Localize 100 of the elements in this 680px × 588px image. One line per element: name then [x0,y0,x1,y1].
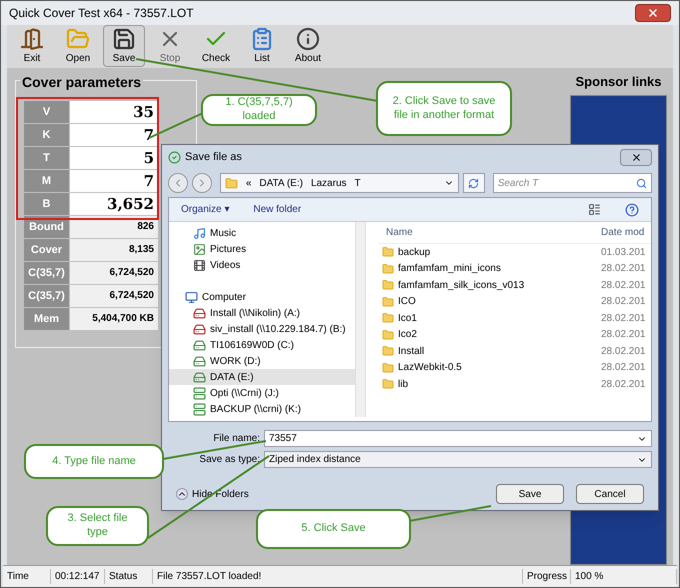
toolbar-button[interactable]: Save [103,25,145,68]
parameter-label: T [24,146,69,169]
column-header[interactable]: Name [378,225,601,240]
list-icon [250,26,274,51]
breadcrumb-item[interactable]: T [354,176,361,190]
collapse-icon [176,488,188,500]
parameter-value: 8,135 [70,238,158,261]
navigation-item[interactable]: Opti (\\Crni) (J:) [169,385,355,402]
view-options-icon [588,203,601,216]
folder-icon [224,176,238,190]
folder-icon [382,312,394,324]
refresh-button[interactable] [462,173,485,193]
videos-icon [193,259,206,272]
file-name-field[interactable]: 73557 [264,430,652,447]
file-date: 28.02.201 [601,328,646,342]
parameter-value: 5 [70,146,158,169]
close-button[interactable] [620,148,652,166]
callout-bubble: 4. Type file name [24,444,164,479]
breadcrumb-item[interactable]: DATA (E:) [259,176,303,190]
file-name[interactable]: Install [398,344,424,359]
dialog-title: Save file as [185,150,243,165]
status-value: 00:12:147 [51,569,105,584]
navigation-item[interactable]: Videos [169,258,355,274]
toolbar-button[interactable]: Check [195,25,237,68]
navigation-item[interactable]: Computer [169,290,355,306]
pictures-icon [193,243,206,256]
drive-icon [193,370,206,384]
file-name[interactable]: lib [398,376,408,392]
close-icon [630,152,642,162]
toolbar-button[interactable]: Open [57,25,99,68]
sponsor-title: Sponsor links [574,72,662,91]
parameter-value: 6,724,520 [70,262,158,284]
folder-icon [382,362,394,374]
file-name[interactable]: famfamfam_silk_icons_v013 [398,278,524,293]
callout-bubble: 2. Click Save to save file in another format [376,81,512,136]
parameter-label: Mem [24,308,69,330]
close-button[interactable] [635,4,671,22]
toolbar-command[interactable]: Organize ▾ [181,202,230,217]
toolbar-button[interactable]: Exit [11,25,53,68]
file-date: 28.02.201 [601,378,646,392]
about-icon [296,26,320,51]
callout-bubble: 1. C(35,7,5,7) loaded [201,94,317,126]
network-icon [193,386,206,400]
folder-icon [382,378,394,390]
parameter-label: K [24,124,69,146]
folder-icon [382,279,394,292]
breadcrumb-item[interactable]: « [246,176,252,190]
navigation-item[interactable]: siv_install (\\10.229.184.7) (B:) [169,322,355,338]
toolbar-button[interactable]: About [287,25,329,68]
file-date: 28.02.201 [601,361,646,376]
status-value: File 73557.LOT loaded! [153,569,523,584]
file-name[interactable]: Ico1 [398,310,417,326]
open-icon [66,26,90,51]
folder-icon [382,262,394,275]
search-field[interactable]: Search T [492,173,652,193]
status-label: Progress [523,569,571,584]
breadcrumb-item[interactable]: Lazarus [310,176,347,190]
navigation-item[interactable]: WORK (D:) [169,353,355,370]
parameter-value: 7 [70,124,158,146]
dialog-button[interactable]: Cancel [576,484,644,504]
address-bar[interactable]: « DATA (E:) Lazarus T [220,173,459,193]
folder-icon [382,328,394,341]
parameter-label: C(35,7) [24,284,69,307]
music-icon [193,227,206,240]
file-name[interactable]: ICO [398,294,416,310]
file-name[interactable]: backup [398,244,430,260]
file-date: 28.02.201 [601,262,646,276]
file-date: 01.03.201 [601,246,646,260]
navigation-item[interactable]: BACKUP (\\crni) (K:) [169,401,355,417]
callout-bubble: 5. Click Save [256,509,411,549]
navigation-item[interactable]: Pictures [169,242,355,258]
file-name[interactable]: LazWebkit-0.5 [398,360,462,376]
file-name[interactable]: Ico2 [398,327,417,342]
parameter-value: 5,404,700 KB [70,308,158,330]
dialog-button[interactable]: Save [496,484,564,504]
toolbar-button[interactable]: List [241,25,283,68]
status-value: 100 % [571,569,677,584]
parameter-value: 6,724,520 [70,284,158,307]
window-title: Quick Cover Test x64 - 73557.LOT [9,4,195,22]
folder-icon [382,246,394,258]
file-date: 28.02.201 [601,295,646,310]
parameter-value: 3,652 [70,192,158,215]
callout-bubble: 3. Select file type [46,506,149,546]
toolbar-command[interactable]: New folder [253,202,302,217]
navigation-item[interactable]: TI106169W0D (C:) [169,337,355,354]
exit-icon [20,26,44,51]
file-name[interactable]: famfamfam_mini_icons [398,261,501,276]
column-header[interactable]: Date mod [601,225,651,240]
file-type-dropdown[interactable]: Ziped index distance [264,451,652,468]
status-label: Status [105,569,153,584]
navigation-item[interactable]: Install (\\Nikolin) (A:) [169,306,355,322]
network-icon [193,402,206,416]
dialog-app-icon [168,150,181,164]
parameter-label: V [24,100,69,123]
field-label: File name: [212,432,260,446]
help-icon [625,202,639,216]
navigation-item[interactable]: Music [169,226,355,242]
navigation-item[interactable]: DATA (E:) [169,369,355,386]
close-icon [647,6,659,19]
status-label: Time [3,569,51,584]
